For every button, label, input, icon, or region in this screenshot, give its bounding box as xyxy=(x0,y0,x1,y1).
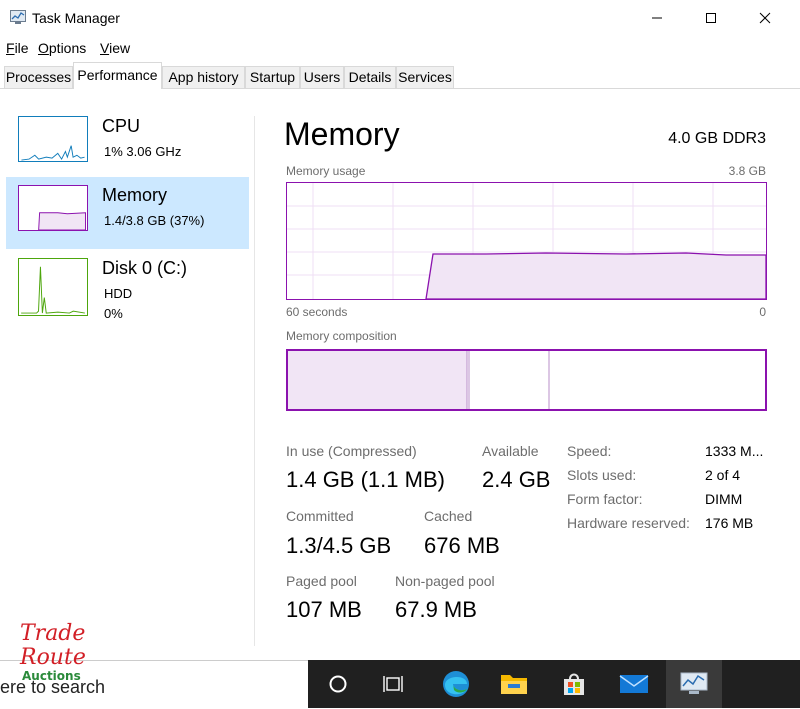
minimize-icon xyxy=(652,17,662,19)
tab-bar: Processes Performance App history Startu… xyxy=(0,62,800,89)
committed-value: 1.3/4.5 GB xyxy=(286,533,392,558)
maximize-button[interactable] xyxy=(688,0,734,36)
resource-name: CPU xyxy=(102,116,141,136)
memory-detail-panel: Memory 4.0 GB DDR3 Memory usage 3.8 GB 6… xyxy=(256,90,800,660)
task-view-icon xyxy=(383,676,403,692)
watermark-logo-graphic: Trade Route Auctions xyxy=(19,621,86,683)
available-label: Available xyxy=(482,443,539,459)
tab-details[interactable]: Details xyxy=(344,66,396,88)
watermark-line2: Route xyxy=(19,645,86,670)
store-button[interactable] xyxy=(546,660,602,708)
in-use-label: In use (Compressed) xyxy=(286,443,417,459)
window-title: Task Manager xyxy=(32,10,120,26)
paged-pool-value: 107 MB xyxy=(286,597,362,622)
form-factor-label: Form factor: xyxy=(567,491,643,507)
in-use-value: 1.4 GB (1.1 MB) xyxy=(286,467,445,492)
memory-usage-graph xyxy=(286,182,767,300)
menu-view[interactable]: View xyxy=(100,40,130,56)
close-button[interactable] xyxy=(742,0,788,36)
resource-item-disk[interactable]: Disk 0 (C:) HDD 0% xyxy=(6,250,249,322)
taskbar xyxy=(308,660,800,708)
disk-thumbnail-graph xyxy=(18,258,88,316)
resource-detail: 1% 3.06 GHz xyxy=(104,144,182,159)
speed-label: Speed: xyxy=(567,443,612,459)
time-axis-end: 0 xyxy=(759,305,766,319)
resource-item-memory[interactable]: Memory 1.4/3.8 GB (37%) xyxy=(6,177,249,249)
task-manager-app-icon xyxy=(10,10,26,24)
speed-value: 1333 M... xyxy=(705,443,764,459)
page-title: Memory xyxy=(284,116,400,152)
maximize-icon xyxy=(706,13,716,23)
trade-route-auctions-watermark-logo: Trade Route Auctions xyxy=(18,620,98,684)
close-icon xyxy=(759,12,771,24)
minimize-button[interactable] xyxy=(634,0,680,36)
hardware-reserved-value: 176 MB xyxy=(705,515,754,531)
menu-file[interactable]: File xyxy=(6,40,29,56)
task-view-button[interactable] xyxy=(366,660,422,708)
resource-usage: 0% xyxy=(104,306,123,321)
time-axis-start: 60 seconds xyxy=(286,305,348,319)
memory-composition-label: Memory composition xyxy=(286,329,397,343)
cpu-thumbnail-graph xyxy=(18,116,88,162)
watermark-line1: Trade xyxy=(20,621,85,646)
mail-button[interactable] xyxy=(606,660,662,708)
hardware-label: 4.0 GB DDR3 xyxy=(668,130,766,147)
file-explorer-button[interactable] xyxy=(486,660,542,708)
memory-usage-label: Memory usage xyxy=(286,164,366,178)
cortana-icon xyxy=(329,675,347,693)
mail-icon xyxy=(619,675,649,693)
resource-name: Disk 0 (C:) xyxy=(102,258,187,278)
form-factor-value: DIMM xyxy=(705,491,743,507)
task-manager-icon xyxy=(680,672,708,694)
paged-pool-label: Paged pool xyxy=(286,573,357,589)
menu-bar: File Options View xyxy=(0,38,800,58)
cortana-button[interactable] xyxy=(310,660,366,708)
watermark-line3: Auctions xyxy=(22,669,81,683)
tab-services[interactable]: Services xyxy=(396,66,454,88)
resource-list: CPU 1% 3.06 GHz Memory 1.4/3.8 GB (37%) … xyxy=(0,90,254,660)
tab-users[interactable]: Users xyxy=(300,66,344,88)
cached-value: 676 MB xyxy=(424,533,500,558)
resource-detail: 1.4/3.8 GB (37%) xyxy=(104,213,205,228)
tab-performance[interactable]: Performance xyxy=(73,62,162,89)
hardware-reserved-label: Hardware reserved: xyxy=(567,515,690,531)
tab-processes[interactable]: Processes xyxy=(4,66,73,88)
resource-name: Memory xyxy=(102,185,168,205)
edge-icon xyxy=(443,671,469,697)
memory-composition-bar xyxy=(286,349,767,411)
panel-divider xyxy=(254,116,255,646)
file-explorer-icon xyxy=(501,675,527,694)
tab-app-history[interactable]: App history xyxy=(162,66,245,88)
title-bar: Task Manager xyxy=(0,0,800,36)
non-paged-pool-value: 67.9 MB xyxy=(395,597,477,622)
slots-used-label: Slots used: xyxy=(567,467,637,483)
cached-label: Cached xyxy=(424,508,473,524)
store-icon xyxy=(564,673,584,695)
available-value: 2.4 GB xyxy=(482,467,551,492)
task-manager-taskbar-button[interactable] xyxy=(666,660,722,708)
resource-item-cpu[interactable]: CPU 1% 3.06 GHz xyxy=(6,108,249,180)
memory-thumbnail-graph xyxy=(18,185,88,231)
slots-used-value: 2 of 4 xyxy=(705,467,741,483)
resource-detail: HDD xyxy=(104,286,133,301)
tab-startup[interactable]: Startup xyxy=(245,66,300,88)
committed-label: Committed xyxy=(286,508,354,524)
menu-options[interactable]: Options xyxy=(38,40,86,56)
edge-button[interactable] xyxy=(428,660,484,708)
non-paged-pool-label: Non-paged pool xyxy=(395,573,495,589)
memory-usage-max: 3.8 GB xyxy=(728,164,766,178)
